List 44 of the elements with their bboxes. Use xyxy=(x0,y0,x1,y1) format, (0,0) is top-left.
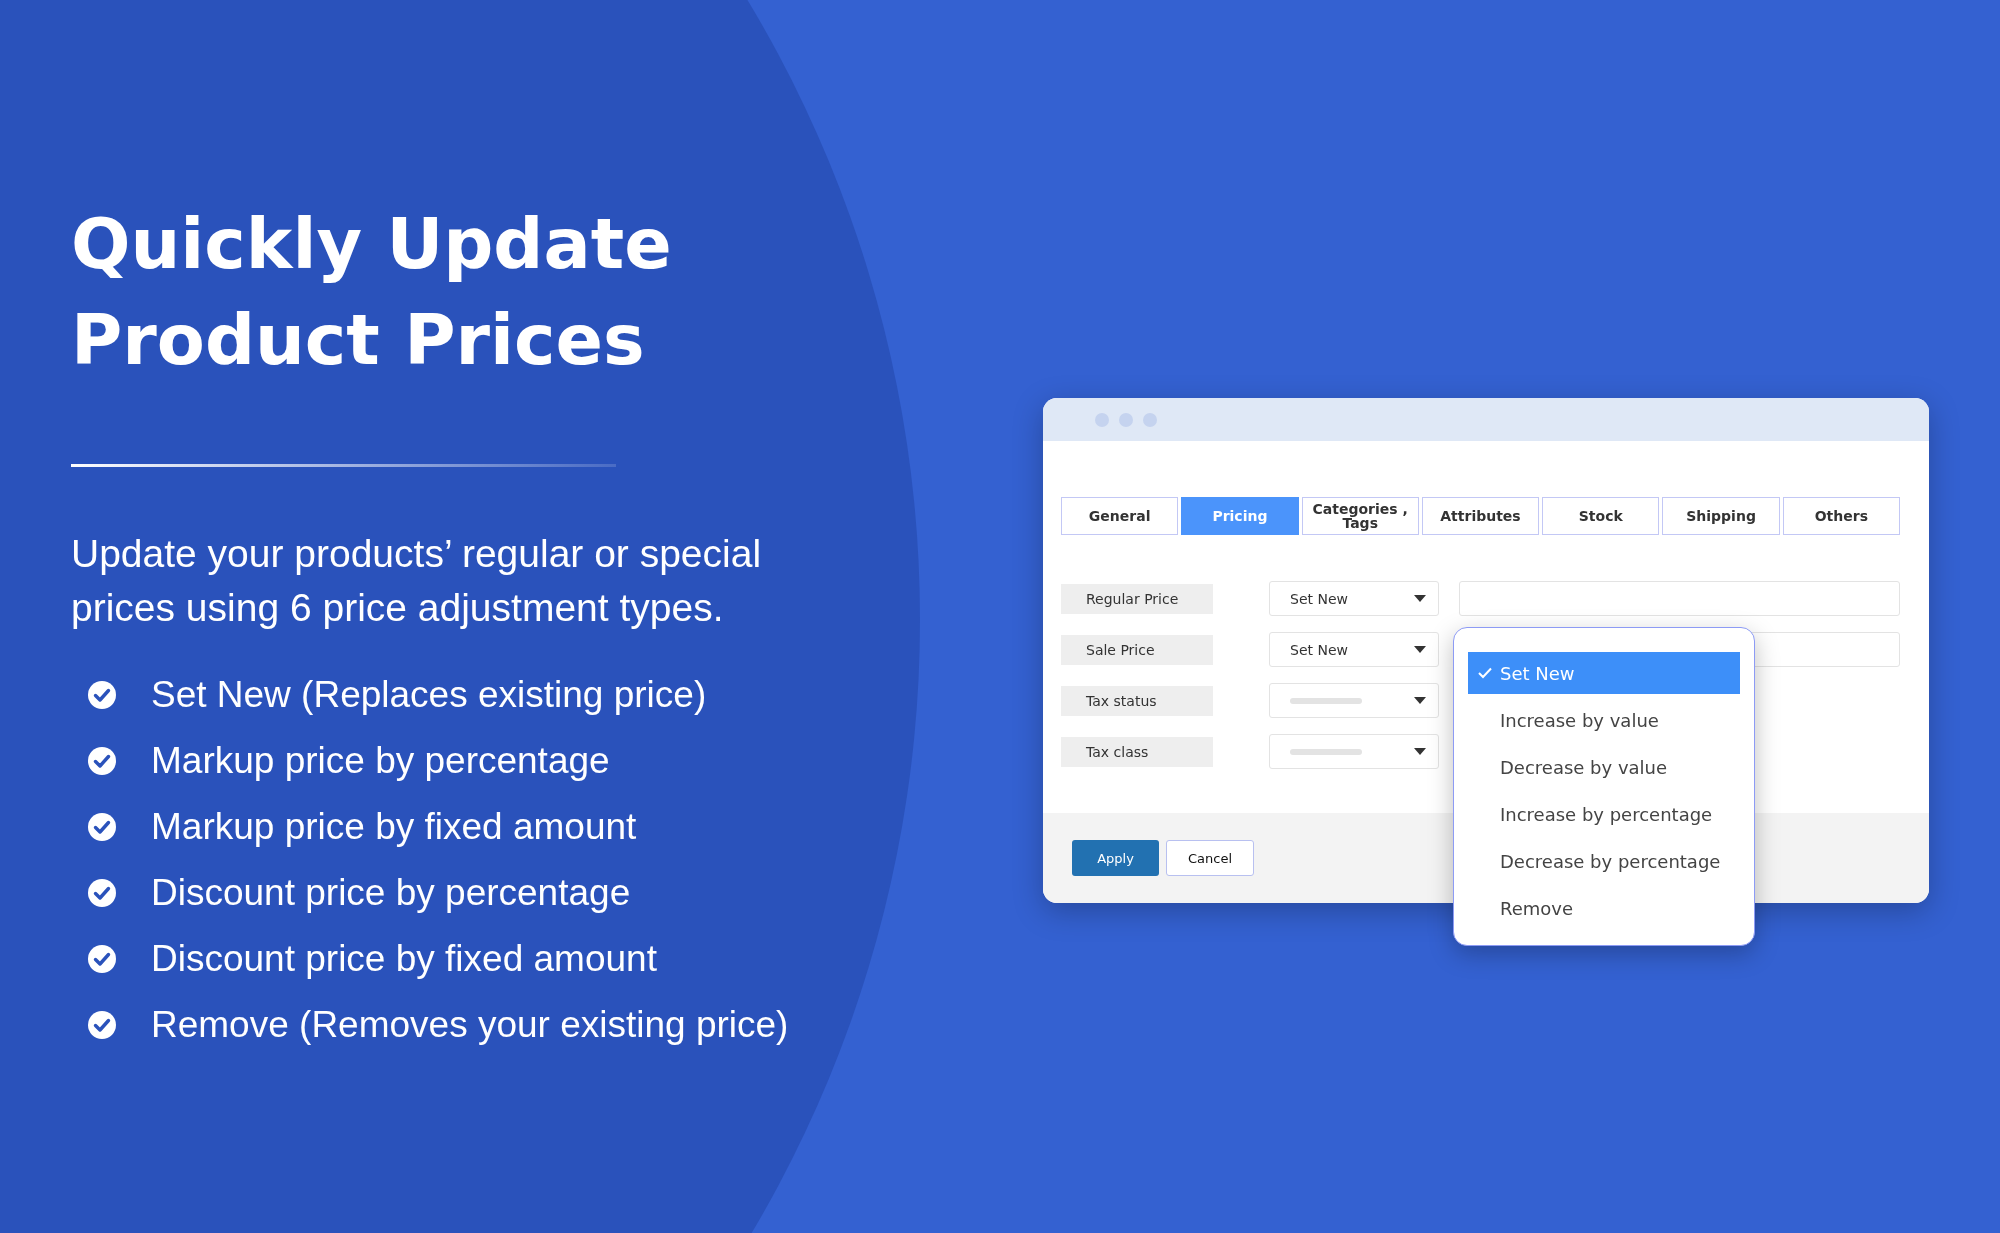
field-label: Tax status xyxy=(1061,685,1213,716)
field-label: Sale Price xyxy=(1061,634,1213,665)
tab[interactable]: Shipping xyxy=(1662,497,1780,535)
caret-icon xyxy=(1414,748,1426,755)
field-label: Regular Price xyxy=(1061,583,1213,614)
window-dots-icon xyxy=(1095,412,1157,427)
tab[interactable]: Categories , Tags xyxy=(1301,497,1419,535)
input-field[interactable] xyxy=(1459,581,1900,616)
headline: Quickly Update Product Prices xyxy=(71,202,673,383)
placeholder-bar xyxy=(1290,748,1362,755)
feature-text: Set New (Replaces existing price) xyxy=(151,675,707,715)
caret-icon xyxy=(1414,646,1426,653)
check-circle-icon xyxy=(87,944,117,974)
tab[interactable]: Attributes xyxy=(1421,497,1540,535)
feature-text: Discount price by fixed amount xyxy=(151,939,657,979)
feature-text: Markup price by fixed amount xyxy=(151,807,637,847)
select-field[interactable]: Set New xyxy=(1269,581,1439,616)
apply-button[interactable]: Apply xyxy=(1072,840,1159,876)
field-label: Tax class xyxy=(1061,736,1213,767)
tab[interactable]: Others xyxy=(1782,497,1900,535)
tab[interactable]: Stock xyxy=(1542,497,1660,535)
feature-text: Remove (Removes your existing price) xyxy=(151,1005,789,1045)
check-circle-icon xyxy=(87,680,117,710)
tab[interactable]: General xyxy=(1061,497,1179,535)
feature-text: Markup price by percentage xyxy=(151,741,610,781)
check-circle-icon xyxy=(87,878,117,908)
intro-text: Update your products’ regular or special prices using 6 price adjustment types. xyxy=(71,531,763,631)
cancel-button[interactable]: Cancel xyxy=(1166,840,1254,876)
check-circle-icon xyxy=(87,746,117,776)
feature-text: Discount price by percentage xyxy=(151,873,631,913)
dropdown-option[interactable]: Increase by percentage xyxy=(1468,793,1740,835)
caret-icon xyxy=(1414,697,1426,704)
dropdown-option[interactable]: Decrease by value xyxy=(1468,746,1740,788)
dropdown-option[interactable]: Decrease by percentage xyxy=(1468,840,1740,882)
check-circle-icon xyxy=(87,812,117,842)
select-field[interactable] xyxy=(1269,683,1439,718)
dropdown-option[interactable]: Remove xyxy=(1468,887,1740,929)
select-field[interactable] xyxy=(1269,734,1439,769)
caret-icon xyxy=(1414,595,1426,602)
select-field[interactable]: Set New xyxy=(1269,632,1439,667)
placeholder-bar xyxy=(1290,697,1362,704)
dropdown-option[interactable]: Increase by value xyxy=(1468,699,1740,741)
check-icon xyxy=(1478,667,1492,679)
check-circle-icon xyxy=(87,1010,117,1040)
